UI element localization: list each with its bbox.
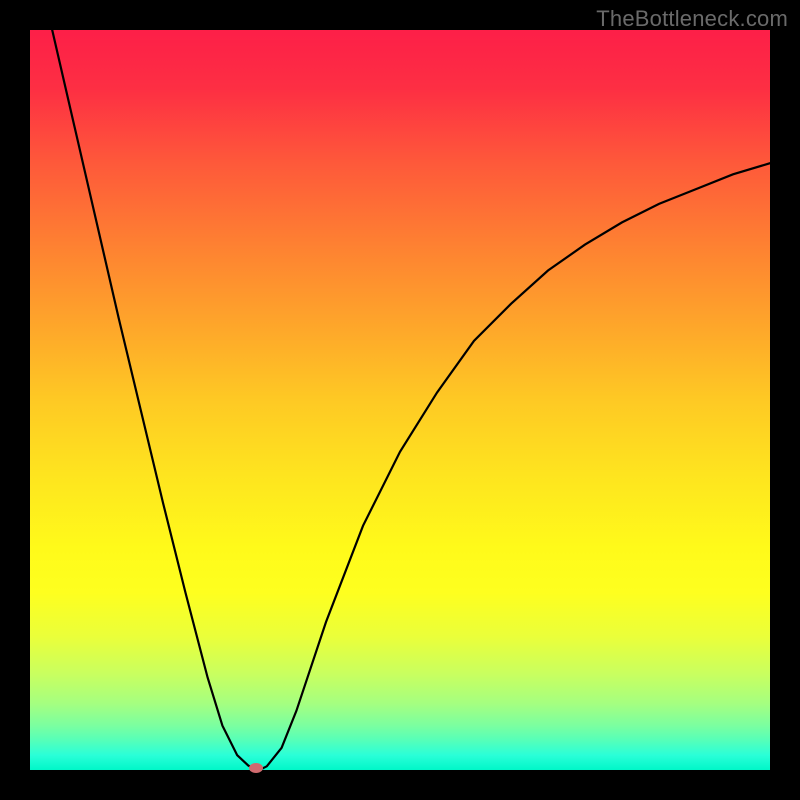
chart-curve bbox=[30, 30, 770, 770]
curve-right-branch bbox=[259, 163, 770, 770]
optimum-marker bbox=[249, 763, 263, 773]
curve-left-branch bbox=[52, 30, 259, 770]
chart-plot-area bbox=[30, 30, 770, 770]
watermark-text: TheBottleneck.com bbox=[596, 6, 788, 32]
